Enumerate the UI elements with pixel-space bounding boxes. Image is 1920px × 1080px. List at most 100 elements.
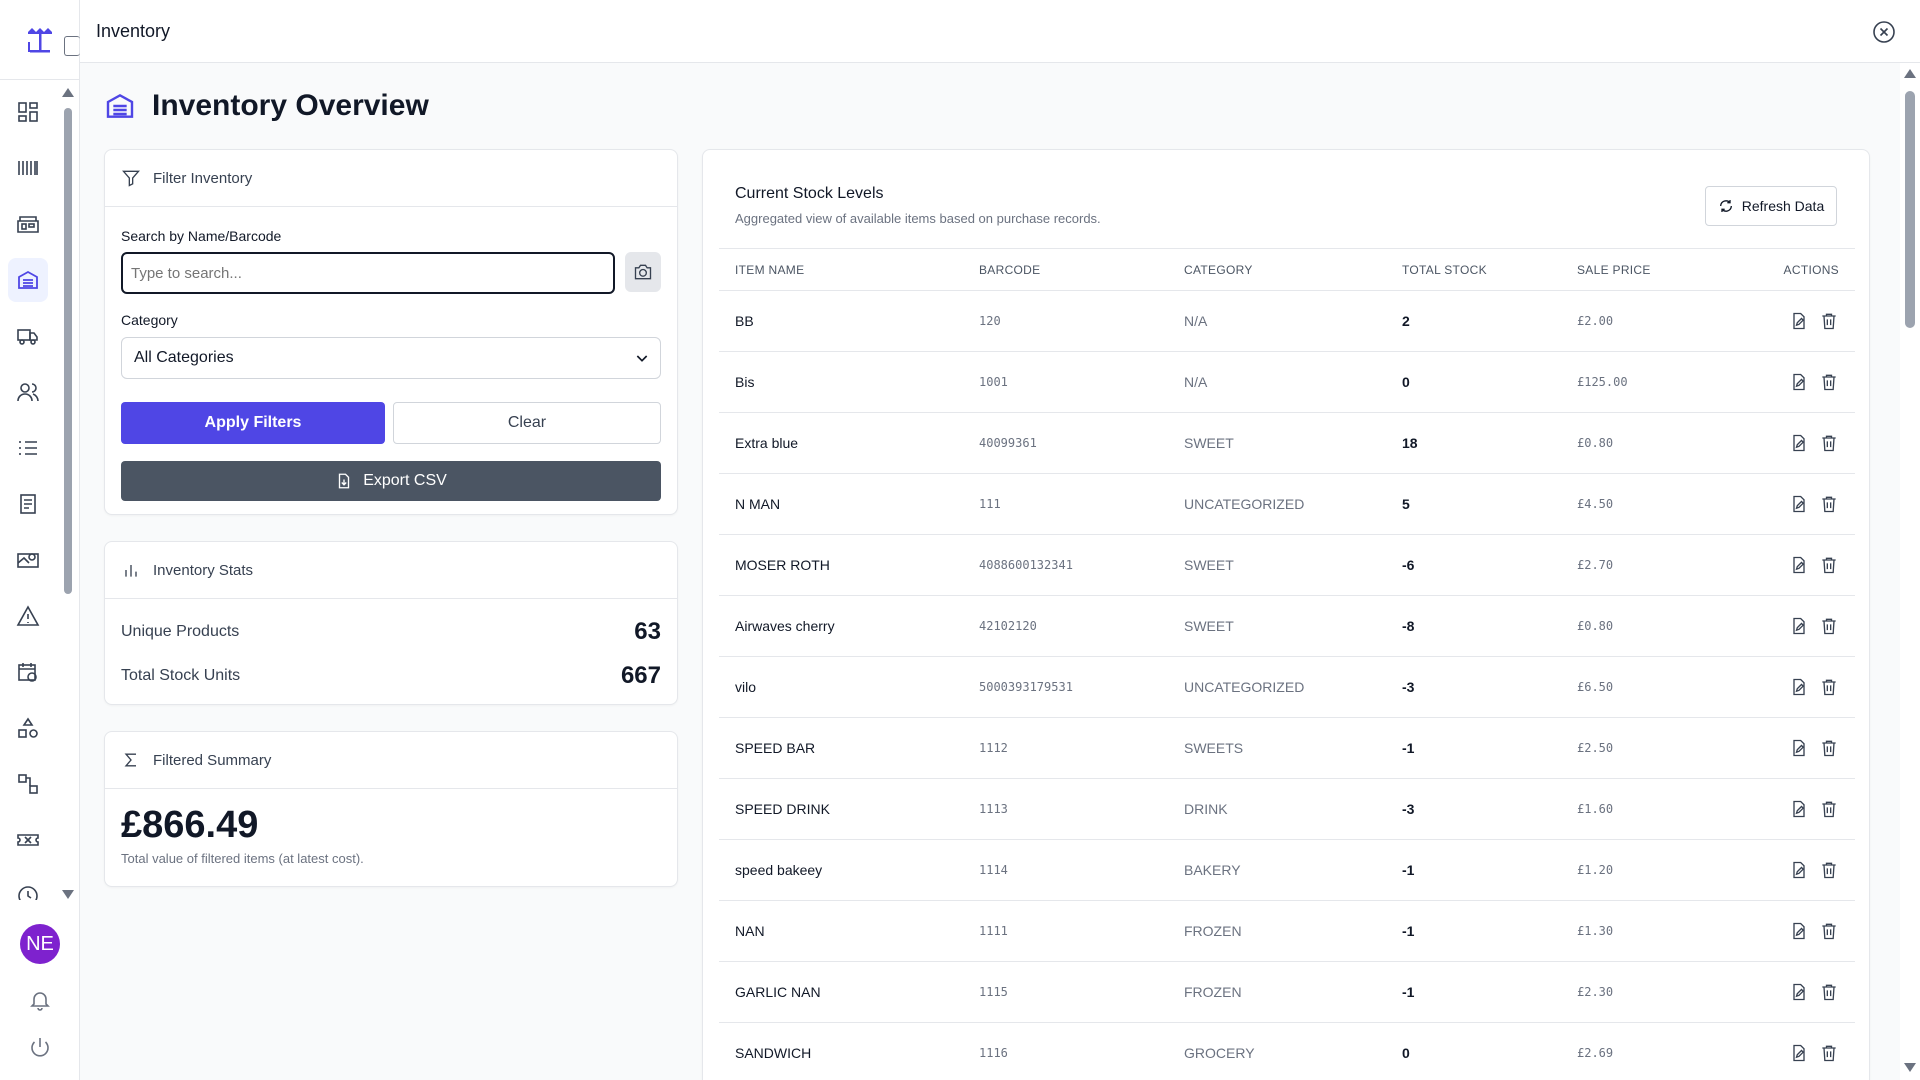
table-row[interactable]: speed bakeey 1114 BAKERY -1 £1.20 (719, 839, 1855, 901)
scroll-up-arrow-icon[interactable] (62, 88, 74, 97)
edit-file-icon[interactable] (1789, 311, 1809, 331)
apply-filters-button[interactable]: Apply Filters (121, 402, 385, 444)
column-header-total-stock[interactable]: TOTAL STOCK (1386, 248, 1561, 291)
trash-icon[interactable] (1819, 494, 1839, 514)
sidebar-scrollbar[interactable] (62, 88, 74, 899)
close-icon[interactable] (1872, 20, 1896, 44)
table-row[interactable]: Bis 1001 N/A 0 £125.00 (719, 351, 1855, 413)
cell-total-stock: 18 (1386, 412, 1561, 474)
trash-icon[interactable] (1819, 799, 1839, 819)
cell-item-name: NAN (719, 900, 963, 962)
sidebar-item-alerts[interactable] (8, 594, 48, 638)
column-header-category[interactable]: CATEGORY (1168, 248, 1386, 291)
column-header-item-name[interactable]: ITEM NAME (719, 248, 963, 291)
edit-file-icon[interactable] (1789, 433, 1809, 453)
column-header-sale-price[interactable]: SALE PRICE (1561, 248, 1731, 291)
sigma-icon (124, 753, 136, 767)
trash-icon[interactable] (1819, 860, 1839, 880)
cell-category: FROZEN (1168, 961, 1386, 1023)
table-row[interactable]: vilo 5000393179531 UNCATEGORIZED -3 £6.50 (719, 656, 1855, 718)
sidebar-item-users[interactable] (8, 370, 48, 414)
trash-icon[interactable] (1819, 921, 1839, 941)
cell-item-name: GARLIC NAN (719, 961, 963, 1023)
scroll-thumb[interactable] (1905, 91, 1915, 328)
sidebar-item-delivery[interactable] (8, 314, 48, 358)
trash-icon[interactable] (1819, 555, 1839, 575)
sidebar-item-inventory[interactable] (8, 258, 48, 302)
sidebar-collapse-icon[interactable] (64, 36, 80, 56)
category-select[interactable]: All Categories (121, 337, 661, 379)
export-csv-button[interactable]: Export CSV (121, 461, 661, 501)
trash-icon[interactable] (1819, 1043, 1839, 1063)
column-header-barcode[interactable]: BARCODE (963, 248, 1168, 291)
trash-icon[interactable] (1819, 311, 1839, 331)
trash-icon[interactable] (1819, 738, 1839, 758)
sidebar-item-tickets[interactable] (8, 818, 48, 862)
main-scrollbar[interactable] (1900, 63, 1920, 1080)
trash-icon[interactable] (1819, 677, 1839, 697)
search-input[interactable] (121, 252, 615, 294)
table-row[interactable]: Extra blue 40099361 SWEET 18 £0.80 (719, 412, 1855, 474)
edit-file-icon[interactable] (1789, 677, 1809, 697)
edit-file-icon[interactable] (1789, 555, 1809, 575)
scroll-down-arrow-icon[interactable] (62, 890, 74, 899)
sidebar-item-workflow[interactable] (8, 762, 48, 806)
table-row[interactable]: NAN 1111 FROZEN -1 £1.30 (719, 900, 1855, 962)
refresh-icon (1719, 200, 1732, 212)
table-row[interactable]: SPEED DRINK 1113 DRINK -3 £1.60 (719, 778, 1855, 840)
scroll-thumb[interactable] (64, 108, 72, 594)
table-row[interactable]: BB 120 N/A 2 £2.00 (719, 290, 1855, 352)
clear-filters-button[interactable]: Clear (393, 402, 661, 444)
edit-file-icon[interactable] (1789, 921, 1809, 941)
edit-file-icon[interactable] (1789, 738, 1809, 758)
cell-sale-price: £4.50 (1561, 473, 1731, 535)
store-icon (17, 216, 39, 233)
edit-file-icon[interactable] (1789, 860, 1809, 880)
cell-category: GROCERY (1168, 1022, 1386, 1080)
power-icon[interactable] (28, 1035, 52, 1059)
sidebar-item-list[interactable] (8, 426, 48, 470)
scroll-down-arrow-icon[interactable] (1904, 1063, 1916, 1072)
table-row[interactable]: Airwaves cherry 42102120 SWEET -8 £0.80 (719, 595, 1855, 657)
stat-total-stock-units: Total Stock Units 667 (121, 662, 661, 690)
scan-barcode-button[interactable] (625, 252, 661, 292)
table-row[interactable]: MOSER ROTH 4088600132341 SWEET -6 £2.70 (719, 534, 1855, 596)
sidebar-item-history[interactable] (8, 874, 48, 900)
table-header-row: ITEM NAME BARCODE CATEGORY TOTAL STOCK S… (719, 248, 1855, 291)
app-logo-icon[interactable] (24, 24, 56, 56)
table-row[interactable]: SPEED BAR 1112 SWEETS -1 £2.50 (719, 717, 1855, 779)
summary-caption: Total value of filtered items (at latest… (121, 851, 364, 866)
sidebar-item-schedule[interactable] (8, 650, 48, 694)
trash-icon[interactable] (1819, 616, 1839, 636)
edit-file-icon[interactable] (1789, 1043, 1809, 1063)
trash-icon[interactable] (1819, 372, 1839, 392)
cell-actions (1731, 473, 1855, 535)
edit-file-icon[interactable] (1789, 494, 1809, 514)
sidebar-item-barcode[interactable] (8, 146, 48, 190)
bell-icon[interactable] (28, 988, 52, 1012)
cell-item-name: SANDWICH (719, 1022, 963, 1080)
table-row[interactable]: SANDWICH 1116 GROCERY 0 £2.69 (719, 1022, 1855, 1080)
cell-category: N/A (1168, 351, 1386, 413)
table-row[interactable]: GARLIC NAN 1115 FROZEN -1 £2.30 (719, 961, 1855, 1023)
trash-icon[interactable] (1819, 982, 1839, 1002)
edit-file-icon[interactable] (1789, 799, 1809, 819)
refresh-data-button[interactable]: Refresh Data (1705, 186, 1837, 226)
sidebar-item-categories[interactable] (8, 706, 48, 750)
cell-total-stock: 0 (1386, 1022, 1561, 1080)
sidebar-item-documents[interactable] (8, 482, 48, 526)
trash-icon[interactable] (1819, 433, 1839, 453)
table-row[interactable]: N MAN 111 UNCATEGORIZED 5 £4.50 (719, 473, 1855, 535)
scroll-up-arrow-icon[interactable] (1904, 69, 1916, 78)
sidebar-item-dashboard[interactable] (8, 90, 48, 134)
sidebar-item-store[interactable] (8, 202, 48, 246)
sidebar-item-map[interactable] (8, 538, 48, 582)
avatar[interactable]: NE (20, 924, 60, 964)
warning-icon (16, 605, 40, 626)
edit-file-icon[interactable] (1789, 982, 1809, 1002)
edit-file-icon[interactable] (1789, 616, 1809, 636)
edit-file-icon[interactable] (1789, 372, 1809, 392)
cell-item-name: vilo (719, 656, 963, 718)
calendar-clock-icon (18, 663, 37, 682)
stats-card-header: Inventory Stats (105, 542, 677, 599)
